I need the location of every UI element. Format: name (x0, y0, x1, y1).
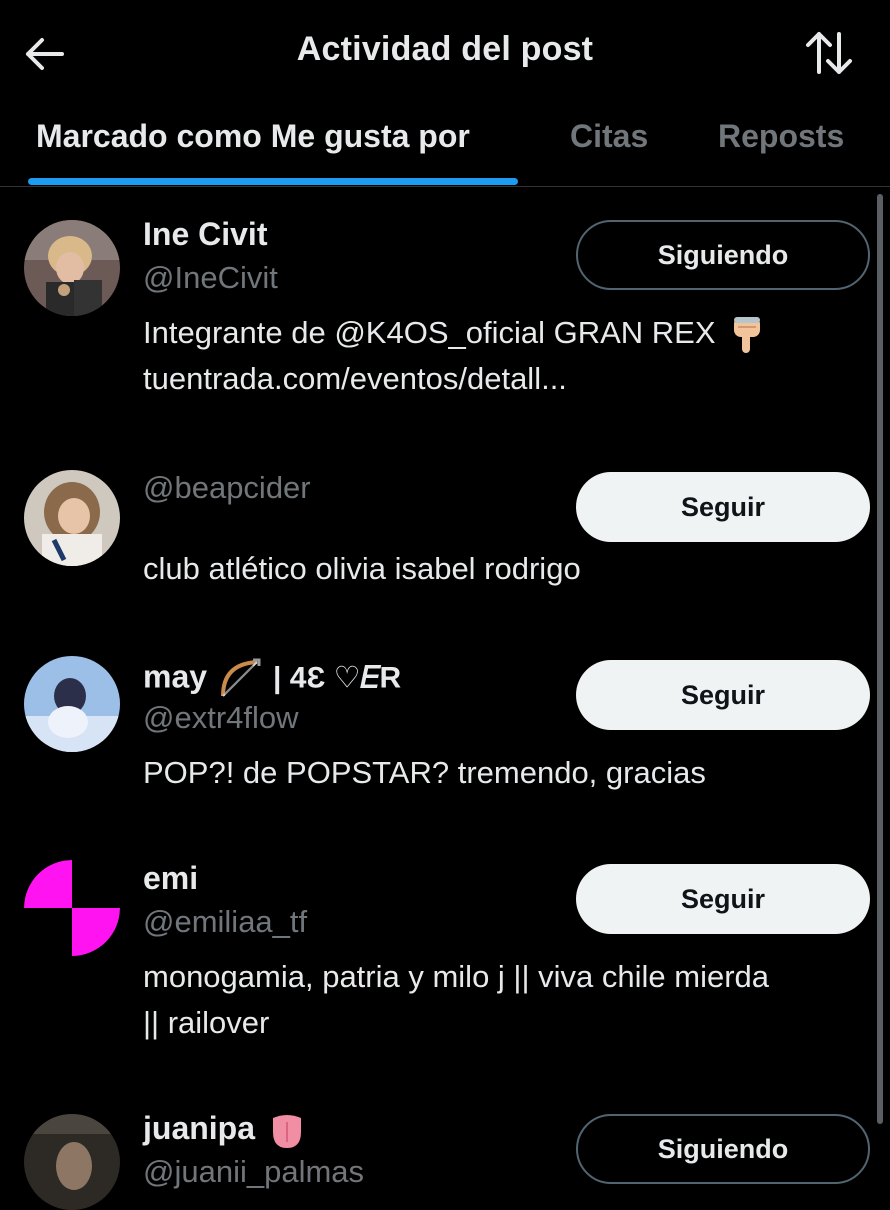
avatar[interactable] (24, 470, 120, 566)
user-name: emi (143, 860, 199, 896)
tab-quotes[interactable]: Citas (570, 118, 648, 155)
list-item[interactable]: juanipa @juanii_palmas Siguiendo (0, 1096, 890, 1210)
follow-button[interactable]: Seguir (576, 864, 870, 934)
bio-text: monogamia, patria y milo j || viva chile… (143, 959, 770, 994)
user-handle: @juanii_palmas (143, 1154, 365, 1189)
avatar[interactable] (24, 1114, 120, 1210)
user-handle: @IneCivit (143, 260, 278, 295)
following-button[interactable]: Siguiendo (576, 220, 870, 290)
follow-button[interactable]: Seguir (576, 472, 870, 542)
list-item[interactable]: emi @emiliaa_tf Seguir monogamia, patria… (0, 840, 890, 1096)
bow-and-arrow-icon (221, 658, 261, 697)
bio-text-line2: || railover (143, 1005, 270, 1040)
following-button[interactable]: Siguiendo (576, 1114, 870, 1184)
follow-button[interactable]: Seguir (576, 660, 870, 730)
tab-reposts[interactable]: Reposts (718, 118, 844, 155)
top-bar: Actividad del post (0, 0, 890, 104)
user-name: Ine Civit (143, 216, 268, 252)
user-handle: @emiliaa_tf (143, 904, 308, 939)
sort-arrows-icon (806, 32, 852, 74)
user-bio: Integrante de @K4OS_oficial GRAN REX tue… (143, 310, 863, 402)
bio-text: Integrante de @K4OS_oficial GRAN REX (143, 315, 716, 350)
list-item[interactable]: Ine Civit @IneCivit Siguiendo Integrante… (0, 196, 890, 446)
bio-text: club atlético olivia isabel rodrigo (143, 551, 581, 586)
tongue-icon (273, 1114, 302, 1148)
user-handle: @extr4flow (143, 700, 299, 735)
name-decoration: | 4Ɛ ♡𝐸R (273, 661, 402, 695)
user-handle: @beapcider (143, 470, 311, 505)
bio-link[interactable]: tuentrada.com/eventos/detall... (143, 361, 567, 396)
list-item[interactable]: @beapcider Seguir club atlético olivia i… (0, 446, 890, 636)
user-bio: monogamia, patria y milo j || viva chile… (143, 954, 863, 1046)
avatar[interactable] (24, 220, 120, 316)
list-item[interactable]: may | 4Ɛ ♡𝐸R @extr4flow Seguir POP?! de … (0, 636, 890, 832)
active-tab-indicator (28, 178, 518, 185)
bio-text: POP?! de POPSTAR? tremendo, gracias (143, 755, 706, 790)
avatar[interactable] (24, 656, 120, 752)
pointing-down-hand-icon (733, 316, 760, 353)
user-name: may | 4Ɛ ♡𝐸R (143, 656, 401, 702)
user-name: juanipa (143, 1110, 305, 1150)
user-bio: club atlético olivia isabel rodrigo (143, 546, 863, 592)
page-title: Actividad del post (296, 30, 594, 68)
sort-button[interactable] (800, 26, 858, 80)
user-bio: POP?! de POPSTAR? tremendo, gracias (143, 750, 863, 796)
tab-liked-by[interactable]: Marcado como Me gusta por (36, 118, 470, 155)
tab-bar: Marcado como Me gusta por Citas Reposts (0, 104, 890, 187)
avatar[interactable] (24, 860, 120, 956)
